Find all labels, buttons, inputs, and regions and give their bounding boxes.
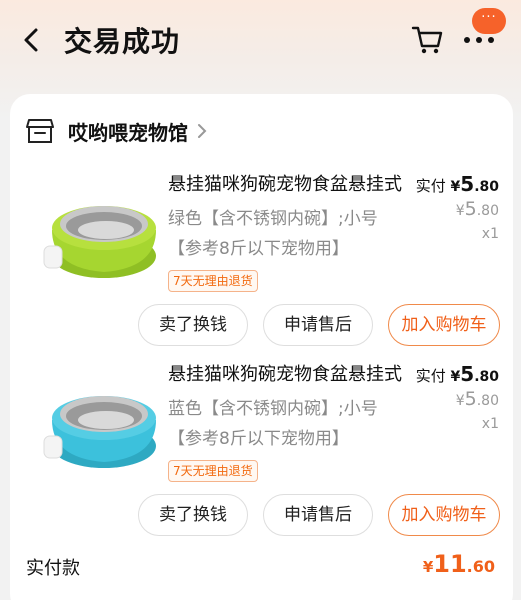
paid-price: 实付 ¥5.80 bbox=[415, 172, 499, 196]
chevron-right-icon bbox=[198, 124, 207, 138]
return-policy-tag: 7天无理由退货 bbox=[168, 460, 258, 482]
shop-name: 哎哟喂宠物馆 bbox=[68, 120, 188, 145]
product-sku: 绿色【含不锈钢内碗】;小号【参考8斤以下宠物用】 bbox=[168, 209, 378, 259]
sell-button[interactable]: 卖了换钱 bbox=[138, 304, 248, 346]
add-to-cart-button[interactable]: 加入购物车 bbox=[388, 304, 500, 346]
total-label: 实付款 bbox=[26, 558, 80, 579]
order-item: 悬挂猫咪狗碗宠物食盆悬挂式 蓝色【含不锈钢内碗】;小号【参考8斤以下宠物用】 7… bbox=[10, 352, 513, 542]
product-name[interactable]: 悬挂猫咪狗碗宠物食盆悬挂式 bbox=[168, 170, 408, 196]
original-price: ¥5.80 bbox=[455, 388, 499, 410]
product-image[interactable] bbox=[34, 170, 162, 290]
product-sku: 蓝色【含不锈钢内碗】;小号【参考8斤以下宠物用】 bbox=[168, 399, 378, 449]
order-item: 悬挂猫咪狗碗宠物食盆悬挂式 绿色【含不锈钢内碗】;小号【参考8斤以下宠物用】 7… bbox=[10, 162, 513, 352]
add-to-cart-button[interactable]: 加入购物车 bbox=[388, 494, 500, 536]
page-title: 交易成功 bbox=[64, 25, 181, 58]
quantity: x1 bbox=[481, 416, 499, 432]
after-sale-button[interactable]: 申请售后 bbox=[263, 494, 373, 536]
back-arrow-icon[interactable] bbox=[18, 24, 46, 56]
original-price: ¥5.80 bbox=[455, 198, 499, 220]
paid-price: 实付 ¥5.80 bbox=[415, 362, 499, 386]
shop-link[interactable]: 哎哟喂宠物馆 bbox=[26, 114, 208, 148]
store-icon bbox=[26, 119, 54, 143]
product-name[interactable]: 悬挂猫咪狗碗宠物食盆悬挂式 bbox=[168, 360, 408, 386]
product-image[interactable] bbox=[34, 360, 162, 480]
after-sale-button[interactable]: 申请售后 bbox=[263, 304, 373, 346]
top-bar: 交易成功 ··· bbox=[0, 0, 521, 80]
total-amount: ¥11.60 bbox=[422, 550, 495, 578]
return-policy-tag: 7天无理由退货 bbox=[168, 270, 258, 292]
order-card: 哎哟喂宠物馆 悬挂猫咪狗碗宠物食盆悬挂式 绿色【含不锈钢内碗】;小号【参考8斤以… bbox=[10, 94, 513, 600]
sell-button[interactable]: 卖了换钱 bbox=[138, 494, 248, 536]
quantity: x1 bbox=[481, 226, 499, 242]
cart-icon[interactable] bbox=[410, 22, 444, 56]
message-badge[interactable]: ··· bbox=[472, 8, 506, 34]
